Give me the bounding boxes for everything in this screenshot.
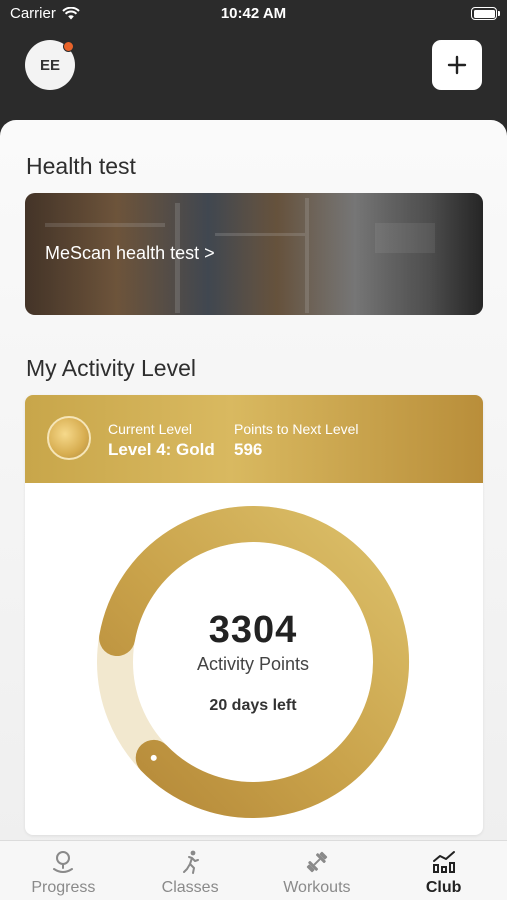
tab-club[interactable]: Club <box>380 841 507 900</box>
location-pin-icon <box>53 851 74 873</box>
avatar[interactable]: EE <box>25 40 75 90</box>
avatar-initials: EE <box>39 56 60 74</box>
dumbbell-icon <box>306 851 328 873</box>
notification-dot <box>63 41 74 52</box>
activity-points-label: Activity Points <box>196 654 310 674</box>
activity-card[interactable]: Current Level Level 4: Gold Points to Ne… <box>25 395 483 835</box>
add-button[interactable] <box>432 40 482 90</box>
level-banner: Current Level Level 4: Gold Points to Ne… <box>25 395 483 483</box>
activity-level-title: My Activity Level <box>26 355 196 381</box>
current-level: Current Level Level 4: Gold <box>108 421 215 460</box>
header: EE <box>0 30 507 122</box>
tab-classes[interactable]: Classes <box>127 841 254 900</box>
current-level-value: Level 4: Gold <box>108 440 215 459</box>
tab-label: Club <box>425 879 462 896</box>
points-to-next: Points to Next Level 596 <box>234 421 359 460</box>
mescan-health-test-card[interactable]: MeScan health test > <box>25 193 483 315</box>
health-test-title: Health test <box>26 153 136 179</box>
plus-icon <box>447 55 467 75</box>
tab-progress[interactable]: Progress <box>0 841 127 900</box>
health-test-label: MeScan health test > <box>45 243 215 263</box>
main-content: Health test MeScan health test > My Acti… <box>0 120 507 844</box>
status-time: 10:42 AM <box>220 5 287 22</box>
chart-icon <box>432 851 455 873</box>
tab-bar: Progress Classes Workouts Club <box>0 840 507 900</box>
days-left-label: 20 days left <box>209 697 297 714</box>
ring-center: 3304 Activity Points 20 days left <box>93 502 413 822</box>
tab-workouts[interactable]: Workouts <box>254 841 381 900</box>
battery-icon <box>471 7 500 20</box>
level-badge-icon <box>47 416 91 460</box>
activity-points-value: 3304 <box>208 609 298 651</box>
tab-label: Progress <box>31 879 96 896</box>
current-level-label: Current Level <box>108 421 193 437</box>
points-to-next-label: Points to Next Level <box>234 421 359 437</box>
tab-label: Classes <box>161 879 219 896</box>
status-bar: Carrier 10:42 AM <box>0 0 507 30</box>
runner-icon <box>183 850 200 874</box>
tab-label: Workouts <box>283 879 351 896</box>
points-to-next-value: 596 <box>234 440 263 459</box>
